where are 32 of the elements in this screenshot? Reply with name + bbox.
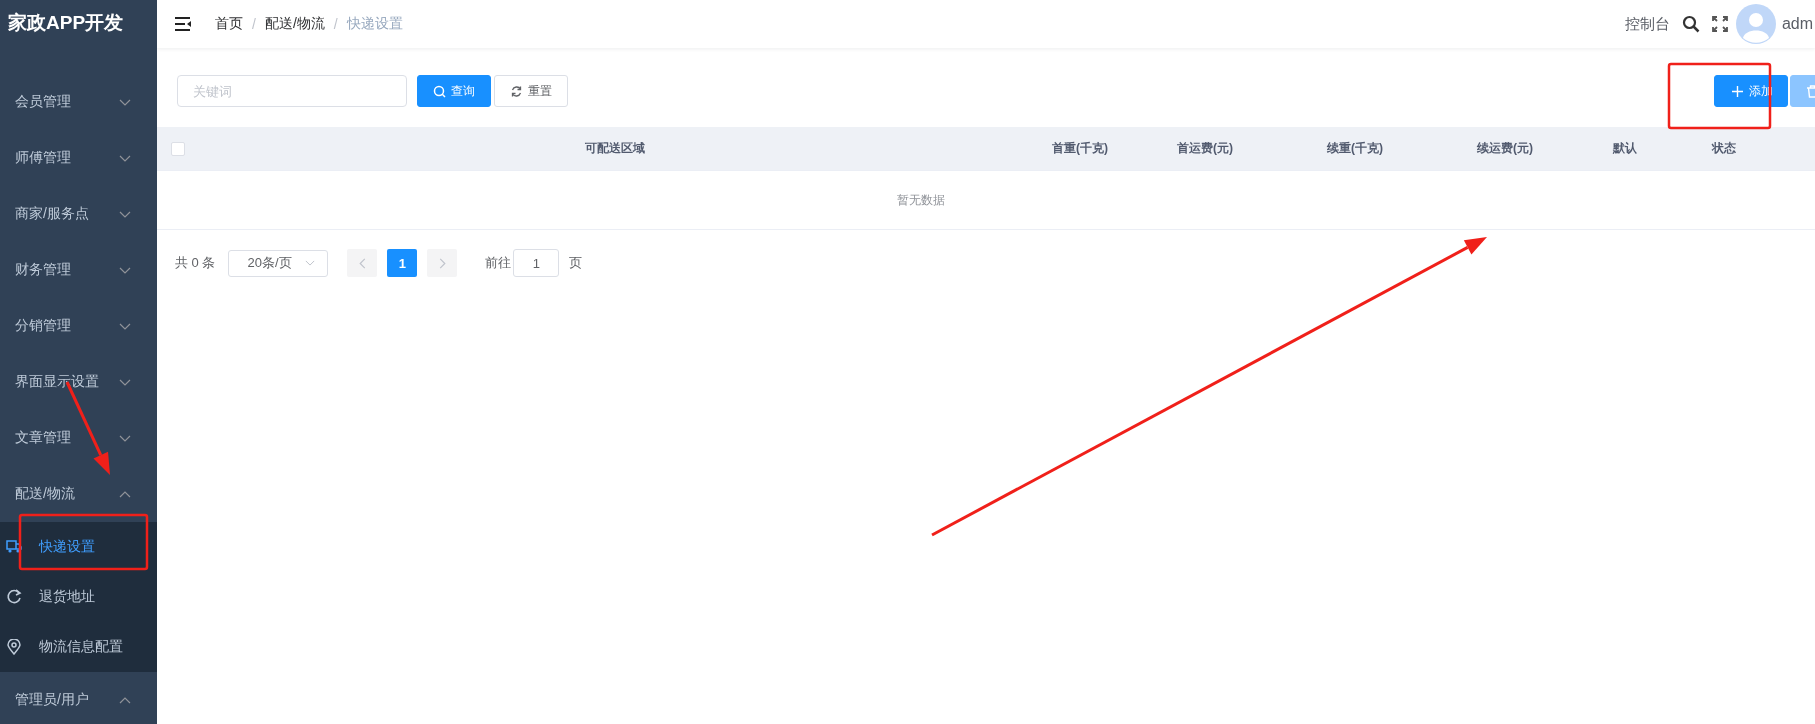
user-name[interactable]: adm [1781, 15, 1813, 33]
menu-item[interactable]: 财务管理 [0, 242, 157, 298]
column-header: 状态 [1710, 140, 1737, 157]
menu-item[interactable]: 会员管理 [0, 74, 157, 130]
page-size-select[interactable]: 20条/页 [228, 249, 329, 277]
breadcrumb-separator: / [252, 16, 256, 32]
submenu-item[interactable]: 物流信息配置 [0, 622, 157, 672]
menu-item[interactable]: 分销管理 [0, 298, 157, 354]
menu-item[interactable]: 商家/服务点 [0, 186, 157, 242]
total-count: 共 0 条 [175, 254, 216, 272]
column-header: 首重(千克) [1051, 140, 1109, 157]
breadcrumb-separator: / [333, 16, 338, 32]
column-header: 续运费(元) [1476, 140, 1534, 157]
submenu-item[interactable]: 退货地址 [0, 572, 157, 622]
column-header: 首运费(元) [1176, 140, 1234, 157]
goto-label: 前往 [485, 254, 512, 272]
menu-item[interactable]: 文章管理 [0, 410, 157, 466]
breadcrumb-link[interactable]: 配送/物流 [264, 15, 325, 33]
reset-button[interactable]: 重置 [494, 75, 568, 107]
column-header: 可配送区域 [584, 140, 646, 157]
empty-message: 暂无数据 [897, 191, 945, 209]
submenu-item[interactable]: 快递设置 [0, 522, 157, 572]
menu-item[interactable]: 配送/物流 [0, 466, 157, 522]
menu-item[interactable]: 师傅管理 [0, 130, 157, 186]
breadcrumb-link[interactable]: 首页 [215, 15, 243, 33]
page-suffix-label: 页 [569, 254, 583, 272]
page-jump-field[interactable]: 1 [513, 249, 560, 277]
column-header: 续重(千克) [1326, 140, 1384, 157]
console-link[interactable]: 控制台 [1624, 14, 1670, 34]
column-header: 默认 [1612, 140, 1638, 157]
search-field[interactable]: 关键词 [177, 75, 407, 107]
menu-item[interactable]: 管理员/用户 [0, 672, 157, 724]
